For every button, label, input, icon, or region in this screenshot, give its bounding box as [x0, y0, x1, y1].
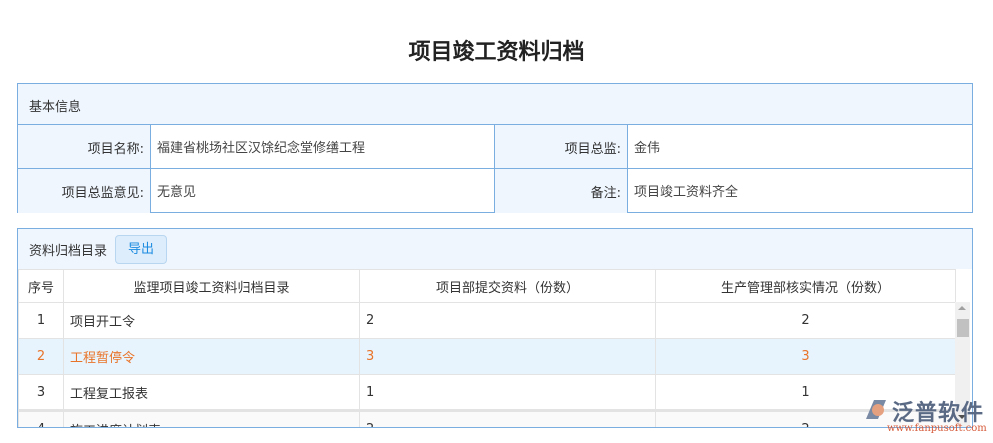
director-label: 项目总监:: [495, 125, 628, 168]
basic-info-panel: 基本信息 项目名称: 福建省桃场社区汉馀纪念堂修缮工程 项目总监: 金伟 项目总…: [17, 83, 973, 213]
cell: 项目开工令: [63, 302, 360, 339]
catalog-table: 序号 监理项目竣工资料归档目录 项目部提交资料（份数） 生产管理部核实情况（份数…: [18, 269, 956, 427]
cell: 1: [18, 302, 64, 339]
export-button[interactable]: 导出: [115, 234, 168, 264]
opinion-value: 无意见: [151, 169, 495, 213]
cell: 3: [359, 338, 656, 375]
cell: 工程暂停令: [63, 338, 360, 375]
cell: 1: [359, 374, 656, 411]
table-row[interactable]: 1 项目开工令 2 2: [18, 302, 956, 339]
table-row[interactable]: 3 工程复工报表 1 1: [18, 374, 956, 411]
basic-info-header: 基本信息: [18, 84, 972, 125]
scrollbar-thumb[interactable]: [957, 319, 969, 337]
cell: 施工进度计划表: [63, 410, 360, 427]
cell: 3: [18, 374, 64, 411]
column-header: 项目部提交资料（份数）: [359, 269, 656, 303]
scroll-up-icon[interactable]: [958, 306, 966, 310]
project-name-label: 项目名称:: [18, 125, 151, 168]
cell: 3: [655, 338, 956, 375]
cell: 2: [18, 338, 64, 375]
watermark-url: www.fanpusoft.com: [887, 423, 987, 434]
cell: 4: [18, 410, 64, 427]
logo-icon: [866, 400, 886, 419]
table-row-selected[interactable]: 2 工程暂停令 3 3: [18, 338, 956, 375]
catalog-panel: 资料归档目录 导出 序号 监理项目竣工资料归档目录 项目部提交资料（份数） 生产…: [17, 228, 973, 428]
table-row[interactable]: 4施工进度计划表22: [18, 410, 956, 427]
page-title: 项目竣工资料归档: [408, 40, 585, 65]
cell: 2: [359, 410, 656, 427]
cell: 工程复工报表: [63, 374, 360, 411]
director-value: 金伟: [634, 141, 661, 156]
column-header: 生产管理部核实情况（份数）: [655, 269, 956, 303]
watermark-logo: 泛普软件 www.fanpusoft.com: [862, 397, 992, 437]
remark-value: 项目竣工资料齐全: [634, 185, 739, 200]
remark-label: 备注:: [495, 169, 628, 213]
column-header: 序号: [18, 269, 64, 303]
catalog-header: 资料归档目录: [29, 243, 108, 259]
project-name-value: 福建省桃场社区汉馀纪念堂修缮工程: [151, 125, 495, 168]
column-header: 监理项目竣工资料归档目录: [63, 269, 360, 303]
opinion-label: 项目总监意见:: [18, 169, 151, 213]
cell: 2: [359, 302, 656, 339]
cell: 2: [655, 302, 956, 339]
